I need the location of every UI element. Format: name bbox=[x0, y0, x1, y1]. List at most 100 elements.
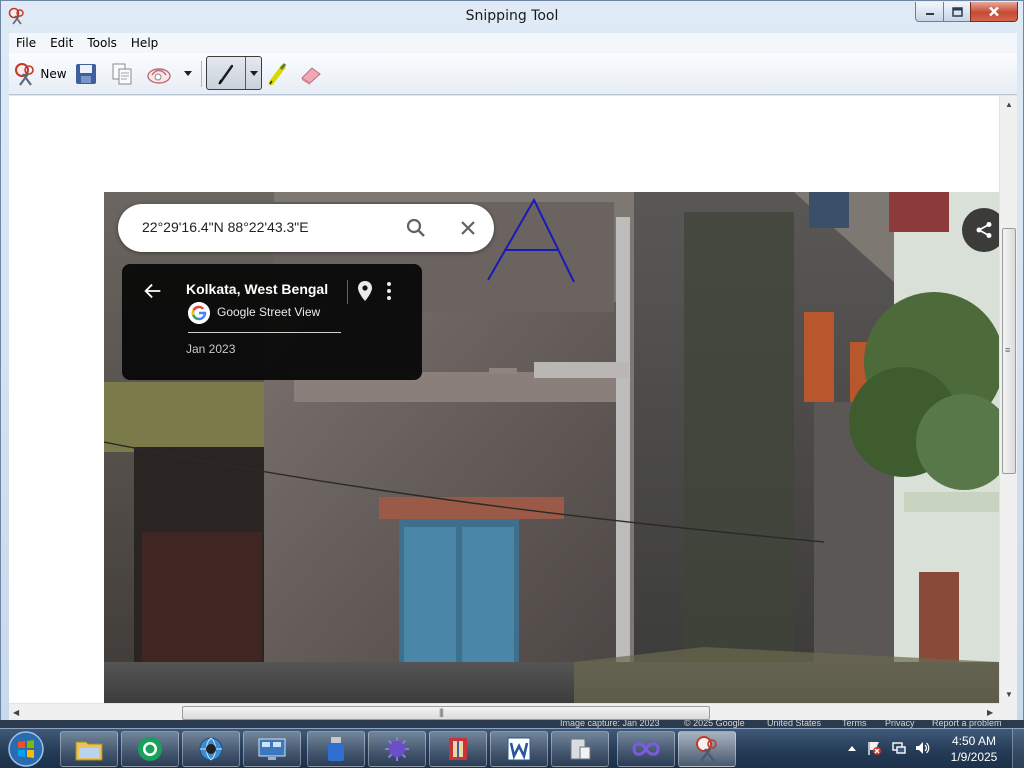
highlighter-button[interactable] bbox=[265, 59, 291, 89]
location-info-card: Kolkata, West Bengal Google Street View … bbox=[122, 264, 422, 380]
close-icon bbox=[989, 6, 999, 17]
network-tray-icon[interactable] bbox=[891, 740, 907, 756]
action-center-flag-icon[interactable] bbox=[866, 740, 882, 756]
back-arrow-icon[interactable] bbox=[142, 280, 164, 302]
new-snip-icon bbox=[15, 63, 35, 86]
title-bar[interactable]: Snipping Tool bbox=[1, 1, 1023, 33]
card-vertical-divider bbox=[347, 280, 348, 304]
taskbar-network[interactable] bbox=[182, 731, 240, 767]
copy-icon bbox=[112, 63, 132, 85]
horizontal-scrollbar[interactable]: ◀ ||| ▶ bbox=[9, 703, 999, 721]
copyright-text: © 2025 Google bbox=[684, 720, 745, 728]
clock-date: 1/9/2025 bbox=[950, 750, 998, 764]
location-pin-icon[interactable] bbox=[356, 280, 374, 302]
menu-edit[interactable]: Edit bbox=[43, 36, 80, 50]
source-label: Google Street View bbox=[217, 305, 321, 319]
close-icon[interactable] bbox=[456, 216, 480, 240]
volume-icon[interactable] bbox=[914, 740, 930, 756]
scroll-up-arrow-icon[interactable]: ▲ bbox=[1005, 100, 1013, 109]
show-hidden-icons-icon[interactable] bbox=[844, 740, 860, 756]
report-problem-link[interactable]: Report a problem bbox=[932, 720, 1002, 728]
grip-icon: ||| bbox=[439, 707, 444, 717]
pen-button-group[interactable] bbox=[206, 56, 262, 90]
scroll-down-arrow-icon[interactable]: ▼ bbox=[1005, 690, 1013, 699]
save-icon bbox=[76, 64, 96, 84]
pen-dropdown-arrow-icon[interactable] bbox=[250, 71, 258, 77]
taskbar-chrome[interactable] bbox=[121, 731, 179, 767]
toolbar: New bbox=[9, 53, 1017, 95]
menu-file[interactable]: File bbox=[9, 36, 43, 50]
highlighter-icon bbox=[268, 63, 287, 86]
taskbar-remote-desktop[interactable] bbox=[243, 731, 301, 767]
windows-start-icon bbox=[8, 731, 44, 767]
share-button[interactable] bbox=[962, 208, 999, 252]
country-text: United States bbox=[767, 720, 822, 728]
maximize-button[interactable] bbox=[943, 2, 971, 22]
taskbar-device-app[interactable] bbox=[551, 731, 609, 767]
taskbar-virus-app[interactable] bbox=[368, 731, 426, 767]
vertical-scroll-thumb[interactable]: ≡ bbox=[1002, 228, 1016, 474]
send-snip-icon bbox=[147, 68, 171, 84]
eraser-button[interactable] bbox=[297, 59, 325, 89]
toolbar-separator bbox=[201, 61, 202, 87]
start-button[interactable] bbox=[6, 730, 46, 768]
eraser-icon bbox=[301, 67, 321, 85]
image-capture-text: Image capture: Jan 2023 bbox=[560, 720, 660, 728]
usb-drive-icon bbox=[328, 737, 344, 761]
coordinate-search-box[interactable]: 22°29'16.4"N 88°22'43.3"E bbox=[118, 204, 494, 252]
google-logo-icon bbox=[188, 302, 210, 324]
archive-icon bbox=[449, 738, 467, 760]
window-title: Snipping Tool bbox=[465, 8, 559, 24]
network-icon bbox=[199, 737, 223, 761]
grip-icon: ≡ bbox=[1005, 345, 1010, 355]
street-view-snip: 22°29'16.4"N 88°22'43.3"E Kolkata, West … bbox=[104, 192, 999, 703]
scroll-left-arrow-icon[interactable]: ◀ bbox=[13, 708, 19, 717]
new-snip-button[interactable]: New bbox=[11, 59, 69, 89]
taskbar-word[interactable] bbox=[490, 731, 548, 767]
word-icon bbox=[507, 737, 531, 761]
show-desktop-button[interactable] bbox=[1012, 729, 1024, 768]
snip-canvas[interactable]: 22°29'16.4"N 88°22'43.3"E Kolkata, West … bbox=[9, 96, 999, 703]
minimize-button[interactable] bbox=[915, 2, 944, 22]
copy-button[interactable] bbox=[109, 59, 135, 89]
menu-help[interactable]: Help bbox=[124, 36, 165, 50]
device-icon bbox=[570, 738, 591, 760]
virus-icon bbox=[385, 737, 409, 761]
capture-date: Jan 2023 bbox=[186, 342, 236, 356]
system-clock[interactable]: 4:50 AM 1/9/2025 bbox=[940, 733, 1008, 765]
share-icon bbox=[976, 222, 992, 238]
terms-link[interactable]: Terms bbox=[842, 720, 867, 728]
vertical-scrollbar[interactable]: ▲ ≡ ▼ bbox=[999, 96, 1017, 703]
street-view-footer-strip: Image capture: Jan 2023 © 2025 Google Un… bbox=[0, 720, 1024, 728]
pen-icon bbox=[218, 64, 234, 85]
snipping-tool-window: Snipping Tool File Edit Tools Help New 2… bbox=[0, 0, 1024, 728]
taskbar-windows-explorer[interactable] bbox=[60, 731, 118, 767]
privacy-link[interactable]: Privacy bbox=[885, 720, 915, 728]
snipping-tool-icon bbox=[696, 736, 717, 762]
send-snip-button[interactable] bbox=[145, 59, 173, 89]
place-title: Kolkata, West Bengal bbox=[186, 281, 329, 297]
save-button[interactable] bbox=[73, 59, 99, 89]
search-icon[interactable] bbox=[404, 216, 428, 240]
menu-bar: File Edit Tools Help bbox=[9, 33, 1017, 53]
windows-explorer-icon bbox=[75, 741, 103, 761]
taskbar-usb-drive[interactable] bbox=[307, 731, 365, 767]
taskbar-snipping-tool[interactable] bbox=[678, 731, 736, 767]
taskbar: 4:50 AM 1/9/2025 bbox=[0, 728, 1024, 768]
dropdown-arrow-icon bbox=[184, 71, 192, 76]
pen-split-line bbox=[245, 57, 246, 89]
infinity-icon bbox=[632, 742, 660, 756]
minimize-icon bbox=[925, 12, 934, 15]
menu-tools[interactable]: Tools bbox=[80, 36, 124, 50]
new-label: New bbox=[40, 67, 67, 81]
send-snip-dropdown[interactable] bbox=[181, 59, 195, 89]
clock-time: 4:50 AM bbox=[951, 734, 997, 748]
chrome-icon bbox=[138, 737, 162, 761]
maximize-icon bbox=[951, 6, 963, 17]
close-button[interactable] bbox=[970, 2, 1018, 22]
horizontal-scroll-thumb[interactable]: ||| bbox=[182, 706, 710, 720]
taskbar-infinity-app[interactable] bbox=[617, 731, 675, 767]
scroll-right-arrow-icon[interactable]: ▶ bbox=[987, 708, 993, 717]
more-vert-icon[interactable] bbox=[384, 280, 394, 302]
taskbar-archive-app[interactable] bbox=[429, 731, 487, 767]
